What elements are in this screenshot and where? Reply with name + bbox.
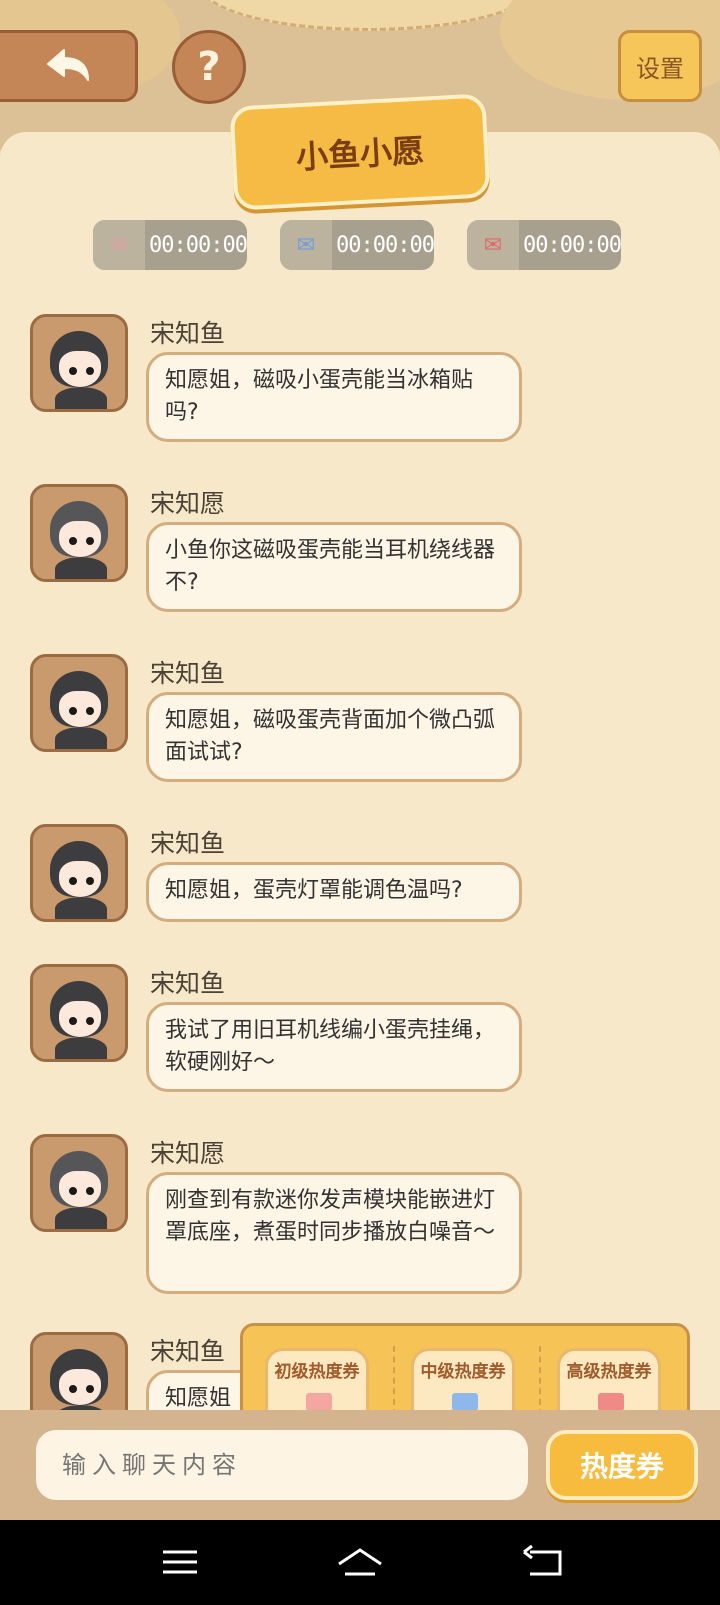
message-bubble: 知愿姐，磁吸小蛋壳能当冰箱贴吗? (146, 352, 522, 442)
avatar[interactable] (30, 1134, 128, 1232)
avatar[interactable] (30, 964, 128, 1062)
message-bubble: 知愿姐，磁吸蛋壳背面加个微凸弧面试试? (146, 692, 522, 782)
back-arrow-icon (46, 49, 89, 81)
coupon-ticket-icon (452, 1393, 478, 1411)
home-icon[interactable] (335, 1542, 385, 1582)
menu-icon[interactable] (155, 1542, 205, 1582)
divider (393, 1346, 395, 1415)
question-mark-icon: ? (197, 44, 221, 90)
divider (539, 1346, 541, 1415)
gift-card-icon: ✉ (467, 220, 519, 270)
gift-card-icon: ✉ (93, 220, 145, 270)
coupon-label: 高级热度券 (566, 1362, 652, 1382)
avatar[interactable] (30, 654, 128, 752)
sender-name: 宋知鱼 (150, 969, 226, 998)
timer-row: ✉ 00:00:00 ✉ 00:00:00 ✉ 00:00:00 (0, 218, 720, 274)
coupon-panel: 初级热度券 中级热度券 高级热度券 (240, 1323, 690, 1418)
page-title: 小鱼小愿 (229, 93, 491, 211)
avatar[interactable] (30, 314, 128, 412)
coupon-advanced[interactable]: 高级热度券 (557, 1348, 661, 1415)
settings-button[interactable]: 设置 (618, 30, 702, 102)
avatar[interactable] (30, 484, 128, 582)
sender-name: 宋知鱼 (150, 659, 226, 688)
coupon-ticket-icon (598, 1393, 624, 1411)
message-bubble: 我试了用旧耳机线编小蛋壳挂绳，软硬刚好～ (146, 1002, 522, 1092)
timer-chip[interactable]: ✉ 00:00:00 (93, 220, 248, 270)
gift-card-icon: ✉ (280, 220, 332, 270)
coupon-basic[interactable]: 初级热度券 (265, 1348, 369, 1415)
back-nav-icon[interactable] (520, 1542, 570, 1582)
input-bar: 热度券 (0, 1410, 720, 1520)
timer-value: 00:00:00 (336, 232, 435, 258)
coupon-ticket-icon (306, 1393, 332, 1411)
sender-name: 宋知鱼 (150, 319, 226, 348)
coupon-label: 中级热度券 (420, 1362, 506, 1382)
sender-name: 宋知鱼 (150, 1337, 226, 1366)
timer-chip[interactable]: ✉ 00:00:00 (467, 220, 622, 270)
timer-chip[interactable]: ✉ 00:00:00 (280, 220, 435, 270)
coupon-label: 初级热度券 (274, 1362, 360, 1382)
message-bubble: 刚查到有款迷你发声模块能嵌进灯罩底座，煮蛋时同步播放白噪音～ (146, 1172, 522, 1294)
message-bubble: 小鱼你这磁吸蛋壳能当耳机绕线器不? (146, 522, 522, 612)
sender-name: 宋知鱼 (150, 829, 226, 858)
back-button[interactable] (0, 30, 138, 102)
timer-value: 00:00:00 (149, 232, 248, 258)
chat-panel: 宋知鱼 知愿姐，磁吸小蛋壳能当冰箱贴吗? 宋知愿 小鱼你这磁吸蛋壳能当耳机绕线器… (0, 132, 720, 1412)
system-nav-bar (0, 1520, 720, 1605)
sender-name: 宋知愿 (150, 489, 226, 518)
heat-coupon-button[interactable]: 热度券 (546, 1430, 698, 1500)
chat-input[interactable] (36, 1430, 528, 1500)
decor-cushion (200, 0, 536, 31)
help-button[interactable]: ? (172, 30, 246, 104)
sender-name: 宋知愿 (150, 1139, 226, 1168)
avatar[interactable] (30, 1332, 128, 1412)
message-bubble: 知愿姐，蛋壳灯罩能调色温吗? (146, 862, 522, 922)
coupon-medium[interactable]: 中级热度券 (411, 1348, 515, 1415)
avatar[interactable] (30, 824, 128, 922)
timer-value: 00:00:00 (523, 232, 622, 258)
